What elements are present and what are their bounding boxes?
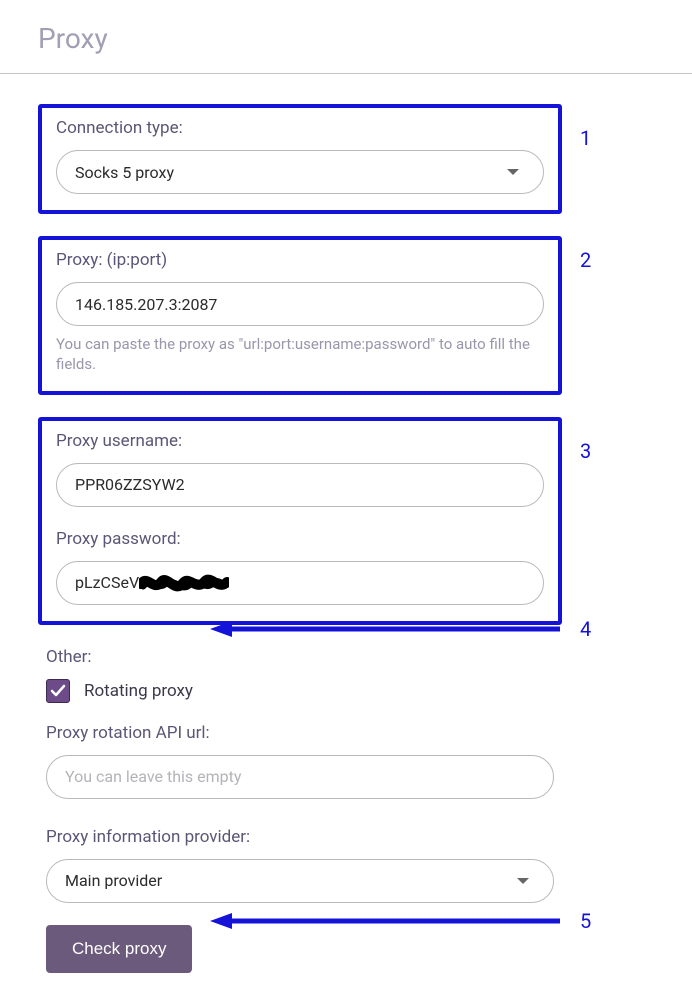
rotation-url-input[interactable] <box>65 767 535 786</box>
provider-label: Proxy information provider: <box>46 827 554 847</box>
check-proxy-button[interactable]: Check proxy <box>46 925 192 973</box>
proxy-password-input-wrap[interactable]: pLzCSeV <box>56 561 544 605</box>
annotation-arrow-4 <box>210 619 560 639</box>
check-proxy-button-label: Check proxy <box>72 939 166 958</box>
annotation-number-3: 3 <box>580 439 591 463</box>
proxy-input-wrap <box>56 282 544 326</box>
annotation-number-4: 4 <box>580 617 591 641</box>
chevron-down-icon <box>507 169 519 175</box>
page-title: Proxy <box>38 22 654 55</box>
proxy-password-label: Proxy password: <box>56 529 544 549</box>
redaction-scribble-icon <box>139 572 229 594</box>
rotation-url-input-wrap <box>46 755 554 799</box>
rotating-proxy-checkbox[interactable] <box>46 679 70 703</box>
annotation-number-2: 2 <box>580 248 591 272</box>
annotation-box-3: Proxy username: Proxy password: pLzCSeV <box>38 417 562 625</box>
rotating-proxy-label: Rotating proxy <box>84 681 193 701</box>
proxy-username-input[interactable] <box>75 475 525 494</box>
annotation-number-5: 5 <box>580 909 591 933</box>
annotation-arrow-5 <box>210 911 560 931</box>
proxy-username-input-wrap <box>56 463 544 507</box>
provider-select[interactable]: Main provider <box>46 859 554 903</box>
proxy-username-label: Proxy username: <box>56 431 544 451</box>
rotating-proxy-row: Rotating proxy <box>46 679 554 703</box>
proxy-input[interactable] <box>75 295 525 314</box>
proxy-form: Connection type: Socks 5 proxy 1 Proxy: … <box>0 74 692 973</box>
connection-type-label: Connection type: <box>56 118 544 138</box>
annotation-number-1: 1 <box>580 126 591 150</box>
other-label: Other: <box>46 647 554 667</box>
rotation-url-label: Proxy rotation API url: <box>46 723 554 743</box>
provider-value: Main provider <box>65 871 162 890</box>
connection-type-select[interactable]: Socks 5 proxy <box>56 150 544 194</box>
connection-type-value: Socks 5 proxy <box>75 163 174 182</box>
chevron-down-icon <box>517 878 529 884</box>
password-visible-text: pLzCSeV <box>75 573 139 592</box>
proxy-help-text: You can paste the proxy as "url:port:use… <box>56 334 544 375</box>
annotation-box-2: Proxy: (ip:port) You can paste the proxy… <box>38 236 562 395</box>
annotation-box-1: Connection type: Socks 5 proxy <box>38 104 562 214</box>
password-content: pLzCSeV <box>75 572 229 594</box>
proxy-label: Proxy: (ip:port) <box>56 250 544 270</box>
checkmark-icon <box>50 683 66 699</box>
page-header: Proxy <box>0 0 692 74</box>
